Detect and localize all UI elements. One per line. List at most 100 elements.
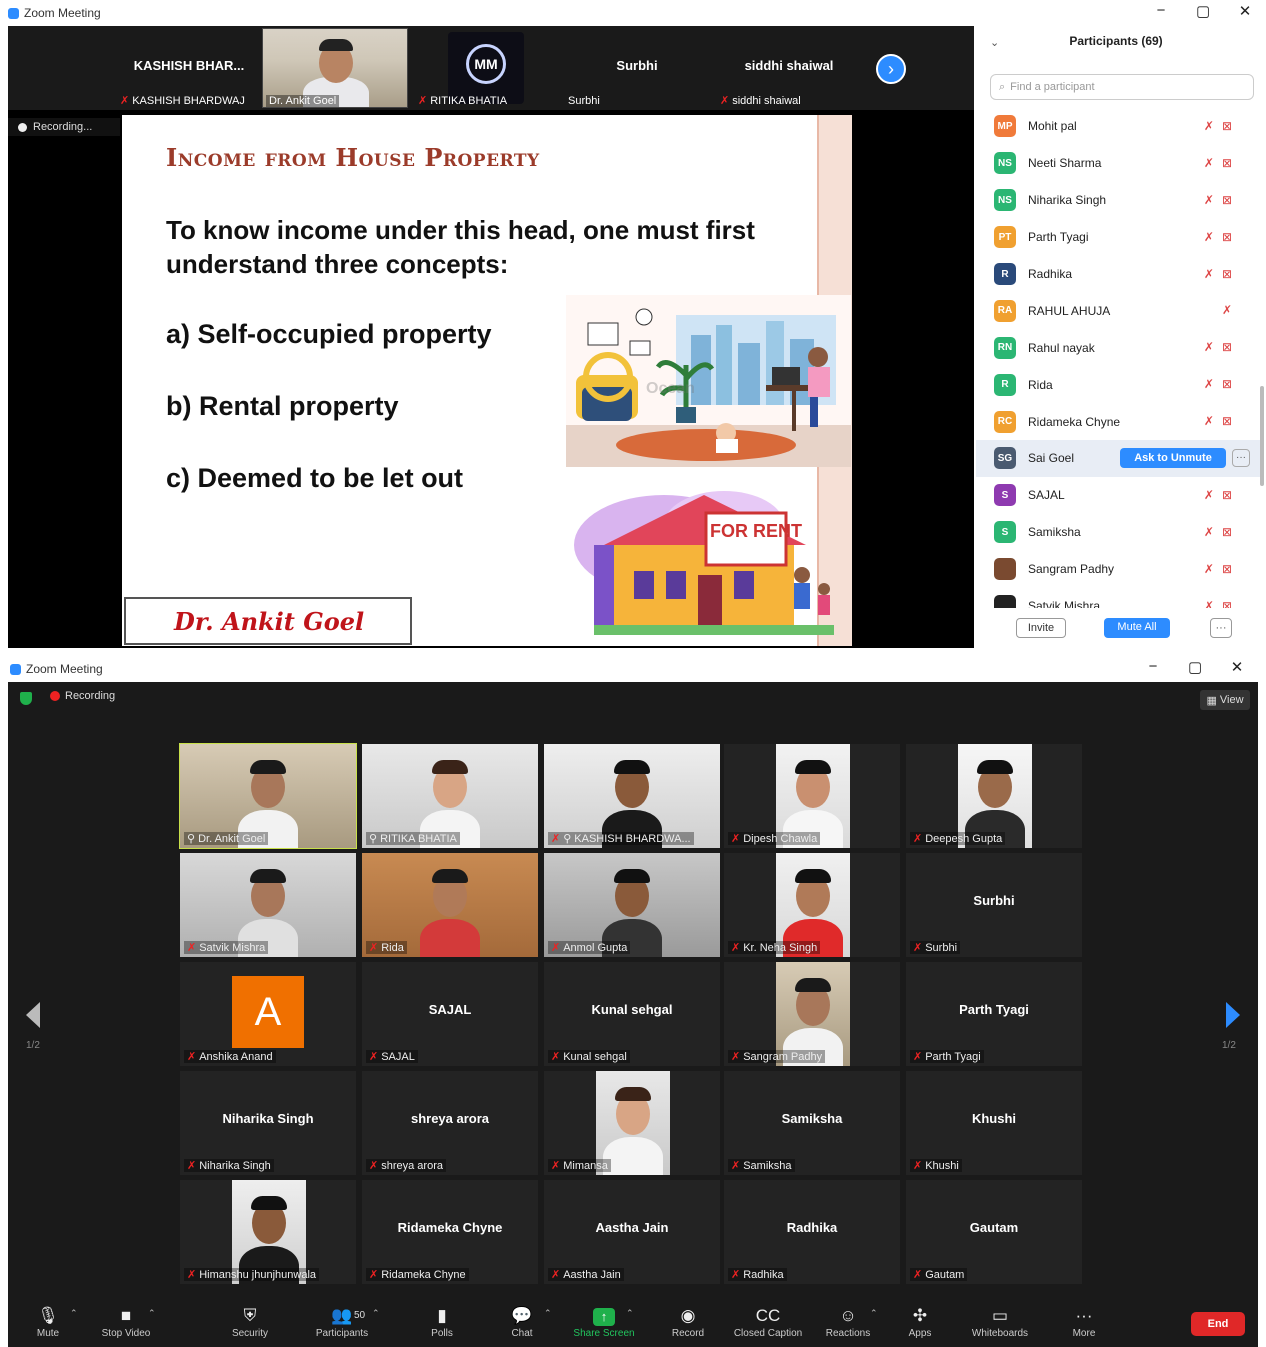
caret-up-icon[interactable]: ⌃ — [544, 1308, 552, 1319]
participant-search-input[interactable]: ⌕ Find a participant — [990, 74, 1254, 100]
previous-page-arrow-icon[interactable] — [26, 1002, 40, 1028]
participant-tile[interactable]: shreya arora ✗ shreya arora — [362, 1071, 538, 1175]
mic-muted-icon[interactable]: ✗ — [1204, 340, 1214, 354]
strip-tile-logo[interactable]: MM ✗ RITIKA BHATIA — [412, 26, 562, 110]
closed-caption-button[interactable]: CC Closed Caption — [728, 1306, 808, 1339]
caret-up-icon[interactable]: ⌃ — [148, 1308, 156, 1319]
encryption-shield-icon[interactable] — [20, 692, 32, 705]
mic-muted-icon[interactable]: ✗ — [1204, 156, 1214, 170]
participant-row[interactable]: SG Sai Goel Ask to Unmute ··· — [976, 440, 1260, 477]
caret-up-icon[interactable]: ⌃ — [626, 1308, 634, 1319]
next-page-arrow-icon[interactable] — [1226, 1002, 1240, 1028]
mic-muted-icon[interactable]: ✗ — [1204, 488, 1214, 502]
chevron-right-icon[interactable]: › — [876, 54, 906, 84]
participant-tile[interactable]: Radhika ✗ Radhika — [724, 1180, 900, 1284]
caret-up-icon[interactable]: ⌃ — [870, 1308, 878, 1319]
restore-button[interactable]: ▢ — [1188, 658, 1202, 676]
video-off-icon[interactable]: ⊠ — [1222, 156, 1232, 170]
caret-up-icon[interactable]: ⌃ — [70, 1308, 78, 1319]
participant-tile[interactable]: Niharika Singh ✗ Niharika Singh — [180, 1071, 356, 1175]
participant-tile[interactable]: ✗ Anmol Gupta — [544, 853, 720, 957]
participant-tile[interactable]: ✗ Himanshu jhunjhunwala — [180, 1180, 356, 1284]
participant-tile[interactable]: ✗ Dipesh Chawla — [724, 744, 900, 848]
stop-video-button[interactable]: ■ ⌃ Stop Video — [86, 1306, 166, 1339]
participant-tile[interactable]: ✗ ⚲ KASHISH BHARDWA... — [544, 744, 720, 848]
participant-row[interactable]: Satvik Mishra ✗ ⊠ — [976, 588, 1260, 608]
mic-muted-icon[interactable]: ✗ — [1204, 525, 1214, 539]
participant-tile[interactable]: SAJAL ✗ SAJAL — [362, 962, 538, 1066]
participant-tile[interactable]: Parth Tyagi ✗ Parth Tyagi — [906, 962, 1082, 1066]
mic-muted-icon[interactable]: ✗ — [1204, 377, 1214, 391]
participant-row[interactable]: PT Parth Tyagi ✗ ⊠ — [976, 219, 1260, 256]
participant-tile[interactable]: ✗ Mimansa — [544, 1071, 720, 1175]
caret-up-icon[interactable]: ⌃ — [372, 1308, 380, 1319]
strip-tile-video[interactable]: Dr. Ankit Goel — [260, 26, 410, 110]
participant-tile[interactable]: ✗ Deepesh Gupta — [906, 744, 1082, 848]
video-off-icon[interactable]: ⊠ — [1222, 230, 1232, 244]
participant-row[interactable]: R Rida ✗ ⊠ — [976, 366, 1260, 403]
video-off-icon[interactable]: ⊠ — [1222, 414, 1232, 428]
reactions-button[interactable]: ☺ ⌃ Reactions — [808, 1306, 888, 1339]
participants-button[interactable]: 👥 50 ⌃ Participants — [302, 1306, 382, 1339]
invite-button[interactable]: Invite — [1016, 618, 1066, 638]
recording-indicator[interactable]: Recording... — [8, 118, 120, 136]
video-off-icon[interactable]: ⊠ — [1222, 193, 1232, 207]
participant-tile[interactable]: ✗ Sangram Padhy — [724, 962, 900, 1066]
participant-tile[interactable]: Gautam ✗ Gautam — [906, 1180, 1082, 1284]
participant-row[interactable]: RC Ridameka Chyne ✗ ⊠ — [976, 403, 1260, 440]
participant-row[interactable]: RA RAHUL AHUJA ✗ — [976, 292, 1260, 329]
participant-tile[interactable]: ⚲ Dr. Ankit Goel — [179, 743, 357, 849]
participant-row[interactable]: R Radhika ✗ ⊠ — [976, 256, 1260, 293]
mic-muted-icon[interactable]: ✗ — [1204, 193, 1214, 207]
participant-tile[interactable]: ✗ Satvik Mishra — [180, 853, 356, 957]
close-button[interactable]: ✕ — [1238, 2, 1252, 20]
view-button[interactable]: ▦ View — [1200, 690, 1250, 710]
participant-tile[interactable]: ✗ Rida — [362, 853, 538, 957]
participant-row[interactable]: Sangram Padhy ✗ ⊠ — [976, 551, 1260, 588]
participant-tile[interactable]: A ✗ Anshika Anand — [180, 962, 356, 1066]
strip-tile[interactable]: Surbhi Surbhi — [562, 26, 712, 110]
ask-to-unmute-button[interactable]: Ask to Unmute — [1120, 448, 1226, 469]
mic-muted-icon[interactable]: ✗ — [1222, 303, 1232, 317]
video-off-icon[interactable]: ⊠ — [1222, 525, 1232, 539]
end-meeting-button[interactable]: End — [1191, 1312, 1245, 1336]
mic-muted-icon[interactable]: ✗ — [1204, 414, 1214, 428]
mute-all-button[interactable]: Mute All — [1104, 618, 1170, 638]
video-off-icon[interactable]: ⊠ — [1222, 119, 1232, 133]
mic-muted-icon[interactable]: ✗ — [1204, 119, 1214, 133]
record-button[interactable]: ◉ Record — [648, 1306, 728, 1339]
minimize-button[interactable]: − — [1154, 2, 1168, 20]
whiteboards-button[interactable]: ▭ Whiteboards — [960, 1306, 1040, 1339]
mic-muted-icon[interactable]: ✗ — [1204, 562, 1214, 576]
participant-tile[interactable]: Ridameka Chyne ✗ Ridameka Chyne — [362, 1180, 538, 1284]
strip-tile[interactable]: siddhi shaiwal ✗ siddhi shaiwal — [714, 26, 864, 110]
participant-tile[interactable]: Khushi ✗ Khushi — [906, 1071, 1082, 1175]
participant-list-scrollbar[interactable] — [1260, 386, 1264, 486]
mic-muted-icon[interactable]: ✗ — [1204, 267, 1214, 281]
share-screen-button[interactable]: ↑ ⌃ Share Screen — [564, 1306, 644, 1339]
polls-button[interactable]: ▮ Polls — [402, 1306, 482, 1339]
participant-row[interactable]: NS Neeti Sharma ✗ ⊠ — [976, 145, 1260, 182]
participant-row[interactable]: RN Rahul nayak ✗ ⊠ — [976, 329, 1260, 366]
participant-row[interactable]: NS Niharika Singh ✗ ⊠ — [976, 182, 1260, 219]
participant-tile[interactable]: ✗ Kr. Neha Singh — [724, 853, 900, 957]
participant-tile[interactable]: Kunal sehgal ✗ Kunal sehgal — [544, 962, 720, 1066]
chat-button[interactable]: 💬 ⌃ Chat — [482, 1306, 562, 1339]
apps-button[interactable]: ✣ Apps — [880, 1306, 960, 1339]
more-options-button[interactable]: ··· — [1210, 618, 1232, 638]
recording-indicator[interactable]: Recording — [50, 690, 115, 702]
video-off-icon[interactable]: ⊠ — [1222, 377, 1232, 391]
mic-muted-icon[interactable]: ✗ — [1204, 230, 1214, 244]
participant-row[interactable]: MP Mohit pal ✗ ⊠ — [976, 108, 1260, 145]
participant-row[interactable]: S SAJAL ✗ ⊠ — [976, 477, 1260, 514]
security-button[interactable]: ⛨ Security — [210, 1306, 290, 1339]
participant-tile[interactable]: Samiksha ✗ Samiksha — [724, 1071, 900, 1175]
video-off-icon[interactable]: ⊠ — [1222, 562, 1232, 576]
video-off-icon[interactable]: ⊠ — [1222, 488, 1232, 502]
video-off-icon[interactable]: ⊠ — [1222, 267, 1232, 281]
mute-button[interactable]: 🎙 ⌃ Mute — [8, 1306, 88, 1339]
video-off-icon[interactable]: ⊠ — [1222, 340, 1232, 354]
mic-muted-icon[interactable]: ✗ — [1204, 599, 1214, 608]
participant-more-button[interactable]: ··· — [1232, 449, 1250, 468]
strip-tile[interactable]: KASHISH BHAR... ✗ KASHISH BHARDWAJ — [114, 26, 264, 110]
